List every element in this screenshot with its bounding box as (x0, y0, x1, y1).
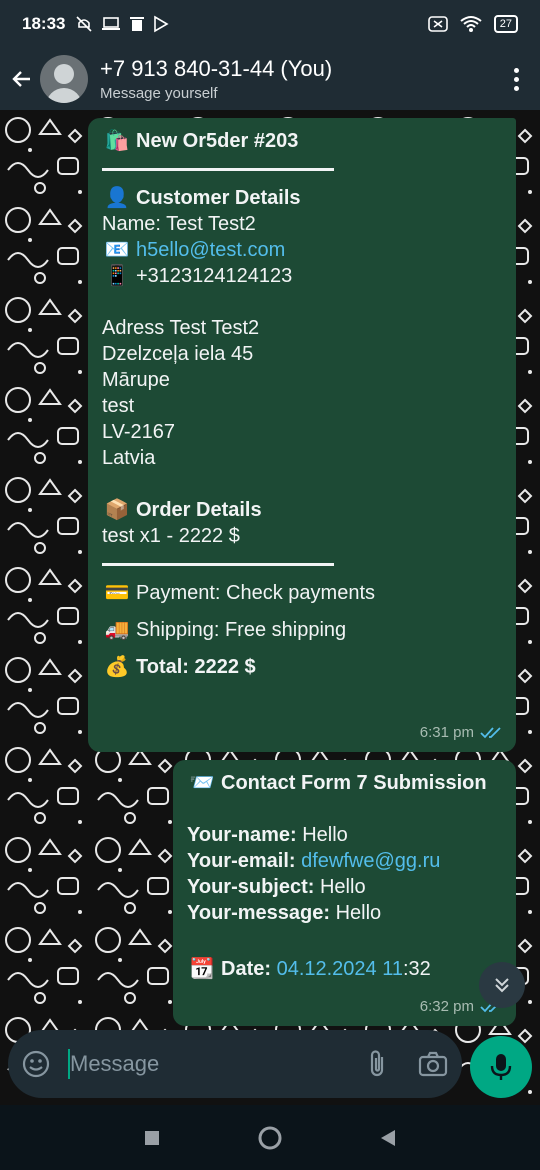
message-bubble-order[interactable]: 🛍️ New Or5der #203 👤 Customer Details Name… (88, 118, 516, 752)
payment-text: Payment: Check payments (136, 582, 375, 604)
customer-heading: 👤 Customer Details (102, 185, 502, 211)
field-subject: Your-subject: Hello (187, 874, 502, 900)
date-suffix: :32 (403, 958, 431, 980)
back-button[interactable] (0, 48, 44, 110)
money-bag-icon: 💰 (104, 656, 130, 678)
contact-title: +7 913 840-31-44 (You) (100, 56, 333, 81)
total-text: Total: 2222 $ (136, 656, 256, 678)
message-bubble-contact-form[interactable]: 📨 Contact Form 7 Submission Your-name: He… (173, 760, 516, 1026)
contact-form-title-text: Contact Form 7 Submission (221, 772, 487, 794)
field-date: 📆 Date: 04.12.2024 11:32 (187, 956, 502, 982)
shipping-row: 🚚 Shipping: Free shipping (102, 617, 502, 643)
field-name: Your-name: Hello (187, 822, 502, 848)
chat-area[interactable]: 🛍️ New Or5der #203 👤 Customer Details Name… (0, 110, 540, 1105)
date-link[interactable]: 04.12.2024 11 (277, 958, 403, 980)
inbox-tray-icon: 📨 (189, 772, 215, 794)
emoji-icon[interactable] (22, 1050, 50, 1078)
field-label: Date: (221, 958, 272, 980)
shipping-text: Shipping: Free shipping (136, 619, 347, 641)
message-input[interactable] (70, 1051, 310, 1077)
wifi-icon (460, 16, 482, 32)
back-arrow-icon (12, 71, 30, 87)
order-item: test x1 - 2222 $ (102, 525, 240, 547)
home-button[interactable] (257, 1125, 283, 1151)
composer (8, 1030, 462, 1098)
status-time: 18:33 (22, 14, 66, 33)
mute-icon (76, 16, 93, 32)
chat-header: +7 913 840-31-44 (You) Message yourself (0, 48, 540, 110)
back-nav-button[interactable] (379, 1128, 397, 1148)
customer-phone[interactable]: +3123124124123 (136, 265, 292, 287)
message-meta: 6:31 pm (420, 720, 502, 746)
calendar-icon: 📆 (189, 958, 215, 980)
field-label: Your-email: (187, 850, 296, 872)
trash-icon (130, 17, 145, 31)
address-line: test (102, 395, 135, 417)
address-line: Dzelzceļa iela 45 (102, 343, 254, 365)
customer-email-row: 📧 h5ello@test.com (102, 237, 502, 263)
package-icon: 📦 (104, 499, 130, 521)
truck-icon: 🚚 (104, 619, 130, 641)
message-time: 6:31 pm (419, 724, 474, 741)
order-title: 🛍️ New Or5der #203 (102, 128, 502, 154)
customer-name: Name: Test Test2 (102, 213, 256, 235)
sim-icon (427, 16, 448, 32)
play-store-icon (154, 15, 170, 33)
order-heading-text: Order Details (136, 499, 262, 521)
contact-form-title: 📨 Contact Form 7 Submission (187, 770, 502, 796)
email-link[interactable]: dfewfwe@gg.ru (301, 850, 440, 872)
order-title-text: New Or5der #203 (136, 130, 299, 152)
customer-heading-text: Customer Details (136, 187, 301, 209)
customer-phone-row: 📱 +3123124124123 (102, 263, 502, 289)
field-message: Your-message: Hello (187, 900, 502, 926)
camera-icon[interactable] (418, 1051, 448, 1077)
order-heading: 📦 Order Details (102, 497, 502, 523)
credit-card-icon: 💳 (104, 582, 130, 604)
address-line: LV-2167 (102, 421, 176, 443)
double-check-icon (480, 727, 501, 739)
recents-button[interactable] (143, 1129, 161, 1147)
address-line: Latvia (102, 447, 156, 469)
field-value: Hello (335, 902, 382, 924)
field-label: Your-subject: (187, 876, 315, 898)
field-value: Hello (302, 824, 348, 846)
system-nav-bar (0, 1105, 540, 1170)
field-email: Your-email: dfewfwe@gg.ru (187, 848, 502, 874)
avatar[interactable] (40, 55, 88, 103)
divider (102, 168, 334, 171)
mic-button[interactable] (470, 1036, 532, 1098)
shopping-bags-icon: 🛍️ (104, 130, 130, 152)
status-bar: 18:33 27 (0, 0, 540, 48)
contact-subtitle: Message yourself (100, 85, 218, 102)
person-icon: 👤 (104, 187, 130, 209)
chevron-double-down-icon (495, 978, 509, 993)
divider (102, 563, 334, 566)
message-time: 6:32 pm (419, 998, 474, 1015)
battery-indicator: 27 (493, 15, 518, 33)
customer-email-link[interactable]: h5ello@test.com (136, 239, 285, 261)
scroll-down-button[interactable] (479, 962, 525, 1008)
field-label: Your-name: (187, 824, 297, 846)
status-icons (75, 15, 170, 33)
email-icon: 📧 (104, 239, 130, 261)
field-value: Hello (319, 876, 366, 898)
field-label: Your-message: (187, 902, 331, 924)
address-line: Adress Test Test2 (102, 317, 260, 339)
attach-icon[interactable] (366, 1049, 388, 1079)
laptop-icon (102, 17, 121, 30)
phone-icon: 📱 (104, 265, 130, 287)
contact-info[interactable]: +7 913 840-31-44 (You) Message yourself (100, 56, 492, 102)
menu-dots-icon[interactable] (492, 48, 540, 110)
address-line: Mārupe (102, 369, 170, 391)
mic-icon (490, 1054, 512, 1080)
total-row: 💰 Total: 2222 $ (102, 654, 502, 680)
payment-row: 💳 Payment: Check payments (102, 580, 502, 606)
